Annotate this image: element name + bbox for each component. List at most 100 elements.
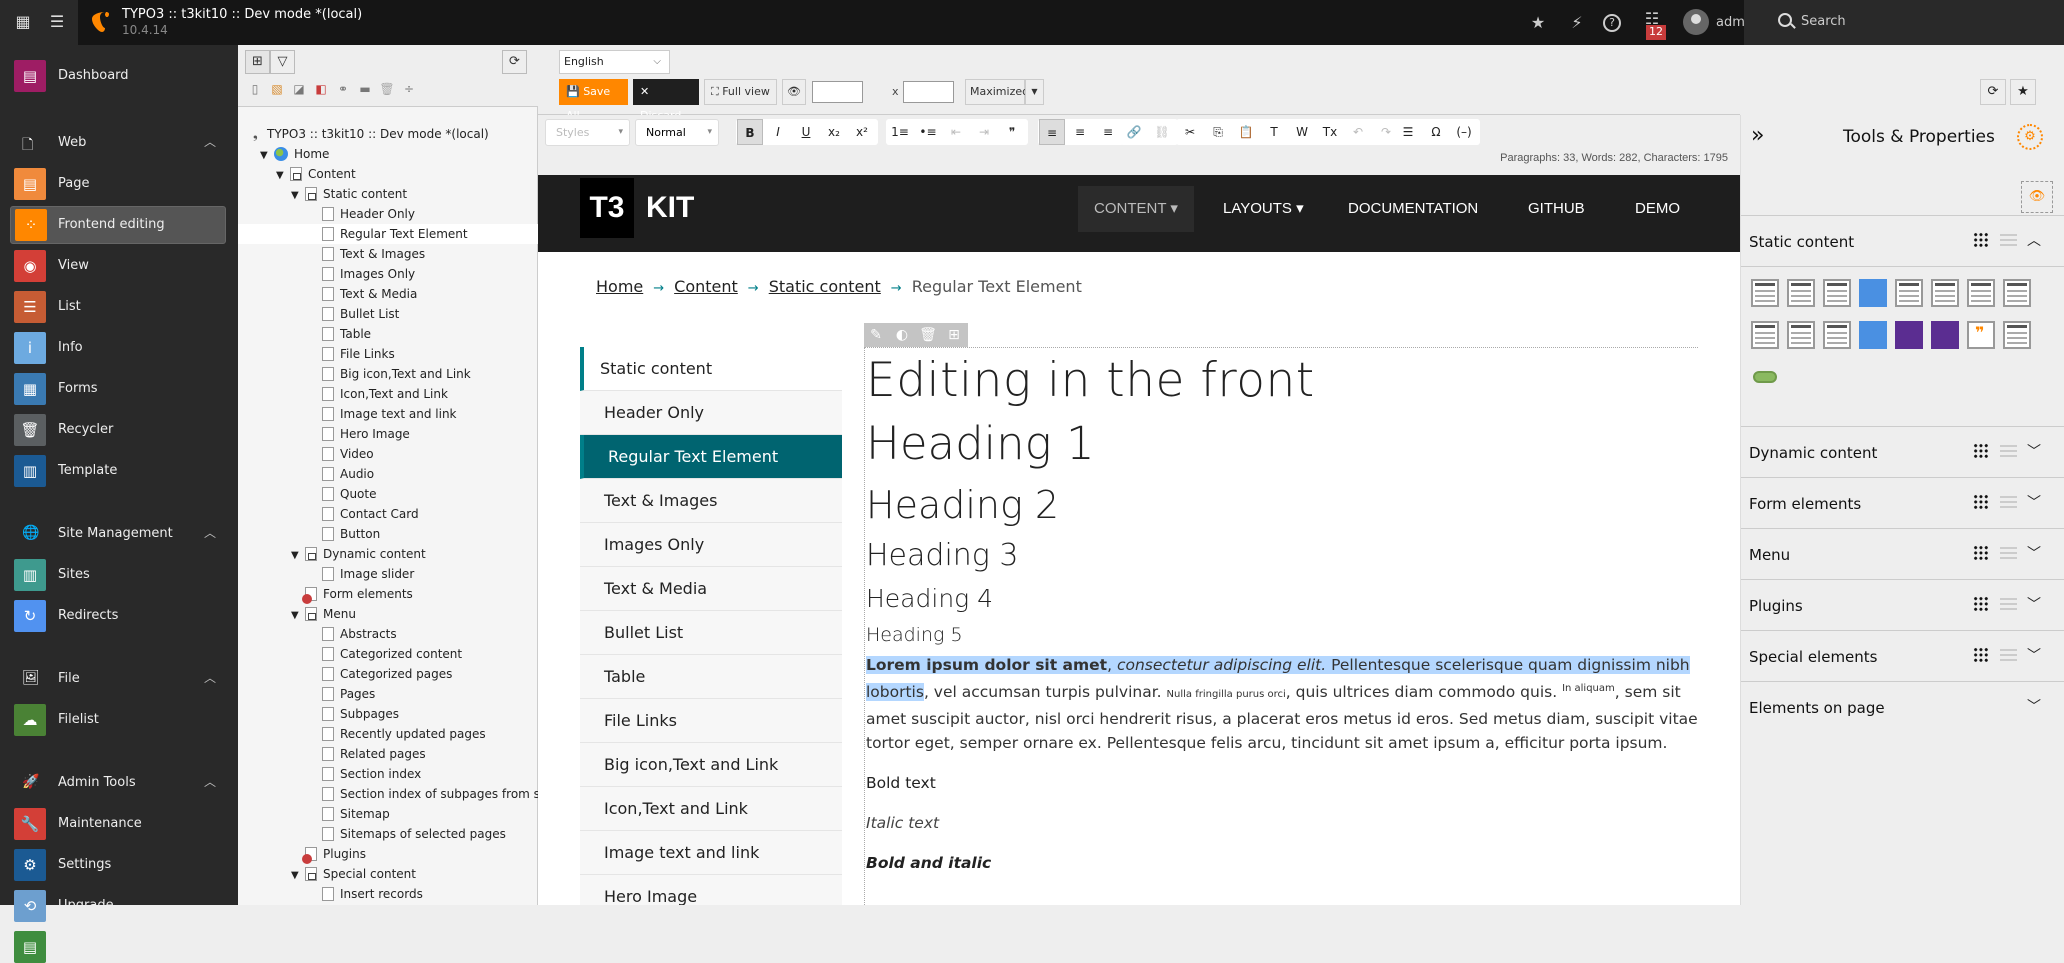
- list-view-icon[interactable]: [2000, 234, 2017, 246]
- text-media-element-icon[interactable]: [1895, 279, 1923, 307]
- flash-clear-cache-icon[interactable]: ⚡: [1566, 12, 1588, 34]
- big-icon-text-link-element-icon[interactable]: [1751, 321, 1779, 349]
- backend-user-section-icon[interactable]: ▧: [269, 82, 285, 98]
- grid-view-icon[interactable]: [1973, 545, 1989, 561]
- special-char-icon[interactable]: Ω: [1423, 119, 1449, 145]
- outdent-icon[interactable]: ⇤: [943, 119, 969, 145]
- typo3-logo-icon[interactable]: [90, 10, 110, 34]
- add-content-icon[interactable]: ⊞: [944, 325, 964, 345]
- tree-node[interactable]: Plugins: [291, 844, 366, 864]
- link-icon[interactable]: 🔗: [1121, 119, 1147, 145]
- width-input[interactable]: [812, 81, 863, 103]
- subscript-icon[interactable]: x₂: [821, 119, 847, 145]
- images-only-element-icon[interactable]: [1859, 279, 1887, 307]
- file-links-element-icon[interactable]: [2003, 279, 2031, 307]
- paste-text-icon[interactable]: T: [1261, 119, 1287, 145]
- expand-toggle-icon[interactable]: ▼: [291, 546, 303, 566]
- horizontal-rule-icon[interactable]: ☰: [1395, 119, 1421, 145]
- tree-node[interactable]: Video: [322, 444, 374, 464]
- user-avatar-icon[interactable]: [1683, 9, 1709, 35]
- tree-node[interactable]: Pages: [322, 684, 375, 704]
- pane-form-elements[interactable]: Form elements ﹀: [1741, 477, 2064, 528]
- grid-view-icon[interactable]: [1973, 647, 1989, 663]
- bookmark-star-icon[interactable]: ★: [2010, 79, 2036, 105]
- help-icon[interactable]: ?: [1603, 14, 1621, 32]
- content-title[interactable]: Editing in the front: [866, 351, 1698, 411]
- contact-card-element-icon[interactable]: [2003, 321, 2031, 349]
- superscript-icon[interactable]: x²: [849, 119, 875, 145]
- bold-icon[interactable]: B: [737, 119, 763, 145]
- bulleted-list-icon[interactable]: •≡: [915, 119, 941, 145]
- tree-node[interactable]: Text & Media: [322, 284, 417, 304]
- chevron-up-icon[interactable]: ︿: [204, 133, 216, 150]
- bullet-list-element-icon[interactable]: [1931, 279, 1959, 307]
- collapse-panel-icon[interactable]: »: [1751, 123, 1764, 148]
- tree-node[interactable]: Subpages: [322, 704, 399, 724]
- tree-node[interactable]: Images Only: [322, 264, 415, 284]
- list-view-icon[interactable]: [2000, 598, 2017, 610]
- icon-text-link-element-icon[interactable]: [1787, 321, 1815, 349]
- pencil-edit-icon[interactable]: ✎: [866, 325, 886, 345]
- tree-node[interactable]: Recently updated pages: [322, 724, 486, 744]
- tree-node[interactable]: Contact Card: [322, 504, 419, 524]
- module-upgrade[interactable]: ⟲ Upgrade: [14, 890, 226, 922]
- shortcut-icon[interactable]: ◪: [291, 82, 307, 98]
- button-element-icon[interactable]: [1753, 371, 1777, 383]
- pane-static-content[interactable]: Static content ︿ ❞: [1741, 215, 2064, 426]
- tree-node[interactable]: Header Only: [322, 204, 415, 224]
- grid-view-icon[interactable]: [1973, 596, 1989, 612]
- recycler-icon[interactable]: 🗑: [379, 82, 395, 98]
- bookmark-star-icon[interactable]: ★: [1527, 12, 1549, 34]
- grid-view-icon[interactable]: [1973, 232, 1989, 248]
- subnav-item[interactable]: Table: [580, 655, 842, 699]
- expand-toggle-icon[interactable]: ▼: [291, 186, 303, 206]
- blockquote-icon[interactable]: ❞: [999, 119, 1025, 145]
- copy-icon[interactable]: ⎘: [1205, 119, 1231, 145]
- subnav-item[interactable]: Image text and link: [580, 831, 842, 875]
- preview-icon[interactable]: 👁: [782, 79, 806, 105]
- tree-node[interactable]: Regular Text Element: [238, 224, 538, 244]
- paste-icon[interactable]: 📋: [1233, 119, 1259, 145]
- module-group-site-management[interactable]: 🌐 Site Management ︿: [14, 518, 226, 550]
- quote-element-icon[interactable]: ❞: [1967, 321, 1995, 349]
- chevron-down-icon[interactable]: ﹀: [2027, 645, 2041, 665]
- chevron-up-icon[interactable]: ︿: [2027, 230, 2041, 250]
- height-input[interactable]: [903, 81, 954, 103]
- site-nav-layouts[interactable]: LAYOUTS ▾: [1207, 186, 1320, 232]
- module-view[interactable]: ◉ View: [14, 250, 226, 282]
- tree-node[interactable]: Section index of subpages from s: [322, 784, 540, 804]
- video-element-icon[interactable]: [1895, 321, 1923, 349]
- subnav-item[interactable]: Images Only: [580, 523, 842, 567]
- subnav-item[interactable]: Big icon,Text and Link: [580, 743, 842, 787]
- lorem-paragraph[interactable]: Lorem ipsum dolor sit amet, consectetur …: [866, 653, 1698, 755]
- module-forms[interactable]: ▦ Forms: [14, 373, 226, 405]
- subnav-parent[interactable]: Static content: [580, 347, 842, 391]
- site-nav-content[interactable]: CONTENT ▾: [1078, 186, 1194, 232]
- tree-node[interactable]: Image slider: [322, 564, 414, 584]
- heading-2[interactable]: Heading 2: [866, 477, 1698, 533]
- toggle-visibility-icon[interactable]: ◐: [892, 325, 912, 345]
- unlink-icon[interactable]: ⛓: [1149, 119, 1175, 145]
- paste-word-icon[interactable]: W: [1289, 119, 1315, 145]
- modules-grid-icon[interactable]: ▦: [12, 11, 34, 33]
- subnav-item[interactable]: Header Only: [580, 391, 842, 435]
- tree-node[interactable]: Image text and link: [322, 404, 457, 424]
- tree-node[interactable]: ▼ Special content: [291, 864, 416, 884]
- chevron-down-icon[interactable]: ﹀: [2027, 441, 2041, 461]
- image-text-link-element-icon[interactable]: [1823, 321, 1851, 349]
- brand-logo-t3[interactable]: T3: [580, 178, 634, 238]
- subnav-item[interactable]: Text & Images: [580, 479, 842, 523]
- wrench-gear-icon[interactable]: ⚙: [2017, 124, 2043, 150]
- subnav-item[interactable]: Regular Text Element: [580, 435, 842, 479]
- tree-node[interactable]: Bullet List: [322, 304, 399, 324]
- breadcrumb-link[interactable]: Home: [596, 277, 643, 296]
- tree-node[interactable]: Categorized pages: [322, 664, 452, 684]
- site-nav-documentation[interactable]: DOCUMENTATION: [1332, 186, 1494, 232]
- pane-plugins[interactable]: Plugins ﹀: [1741, 579, 2064, 630]
- discard-button[interactable]: ✕ Discard: [633, 79, 699, 122]
- tree-node[interactable]: Form elements: [291, 584, 413, 604]
- remove-format-icon[interactable]: Tx: [1317, 119, 1343, 145]
- chevron-down-icon[interactable]: ﹀: [2027, 696, 2041, 716]
- brand-logo-kit[interactable]: KIT: [646, 178, 694, 238]
- module-recycler[interactable]: 🗑 Recycler: [14, 414, 226, 446]
